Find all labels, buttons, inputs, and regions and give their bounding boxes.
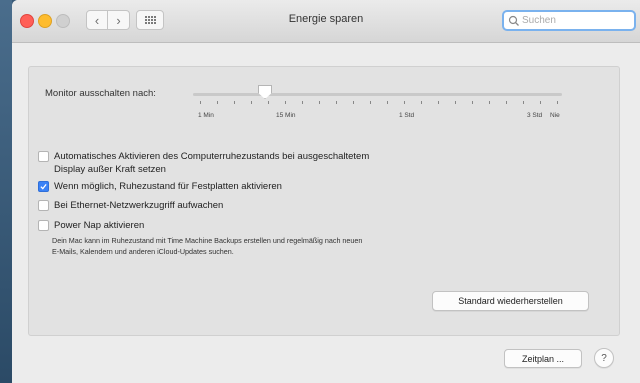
description-line: E-Mails, Kalendern und anderen iCloud-Up…	[52, 246, 234, 256]
slider-tick	[336, 101, 337, 104]
desktop-background	[0, 0, 12, 383]
slider-tick	[489, 101, 490, 104]
option-label: Wenn möglich, Ruhezustand für Festplatte…	[54, 181, 282, 192]
tick-label-3std: 3 Std	[527, 112, 543, 119]
option-prevent-sleep[interactable]: Automatisches Aktivieren des Computerruh…	[38, 150, 369, 176]
checkbox[interactable]	[38, 200, 49, 211]
slider-tick	[523, 101, 524, 104]
slider-tick	[200, 101, 201, 104]
checkbox[interactable]	[38, 220, 49, 231]
search-icon	[508, 15, 519, 26]
checkbox-checked[interactable]	[38, 181, 49, 192]
option-label: Automatisches Aktivieren des Computerruh…	[54, 151, 370, 162]
slider-tick	[353, 101, 354, 104]
checkmark-icon	[40, 183, 47, 190]
option-power-nap[interactable]: Power Nap aktivieren	[38, 219, 144, 232]
schedule-button[interactable]: Zeitplan ...	[504, 349, 582, 368]
help-button[interactable]: ?	[594, 348, 614, 368]
slider-tick	[540, 101, 541, 104]
slider-tick	[370, 101, 371, 104]
slider-tick	[455, 101, 456, 104]
slider-tick	[438, 101, 439, 104]
slider-tick	[421, 101, 422, 104]
slider-tick	[302, 101, 303, 104]
tick-label-1min: 1 Min	[198, 112, 214, 119]
slider-tick	[472, 101, 473, 104]
tick-label-never: Nie	[550, 112, 560, 119]
monitor-slider-label: Monitor ausschalten nach:	[45, 88, 156, 99]
slider-tick	[234, 101, 235, 104]
restore-defaults-button[interactable]: Standard wiederherstellen	[432, 291, 589, 311]
slider-tick	[268, 101, 269, 104]
slider-tick	[506, 101, 507, 104]
option-disk-sleep[interactable]: Wenn möglich, Ruhezustand für Festplatte…	[38, 180, 282, 193]
title-bar: ‹ › Energie sparen	[12, 0, 640, 43]
power-nap-description: Dein Mac kann im Ruhezustand mit Time Ma…	[52, 236, 512, 257]
option-label: Bei Ethernet-Netzwerkzugriff aufwachen	[54, 200, 224, 211]
option-label-continued: Display außer Kraft setzen	[54, 164, 166, 175]
slider-tick	[404, 101, 405, 104]
option-label: Power Nap aktivieren	[54, 220, 145, 231]
slider-tick	[387, 101, 388, 104]
slider-tick	[251, 101, 252, 104]
slider-tick	[319, 101, 320, 104]
slider-tick	[285, 101, 286, 104]
checkbox[interactable]	[38, 151, 49, 162]
search-field[interactable]	[502, 10, 636, 31]
description-line: Dein Mac kann im Ruhezustand mit Time Ma…	[52, 236, 363, 245]
tick-label-1std: 1 Std	[399, 112, 415, 119]
option-wake-ethernet[interactable]: Bei Ethernet-Netzwerkzugriff aufwachen	[38, 199, 223, 212]
tick-label-15min: 15 Min	[276, 112, 296, 119]
monitor-sleep-slider-track[interactable]	[193, 93, 562, 96]
slider-tick	[557, 101, 558, 104]
slider-tick	[217, 101, 218, 104]
search-input[interactable]	[522, 15, 622, 26]
